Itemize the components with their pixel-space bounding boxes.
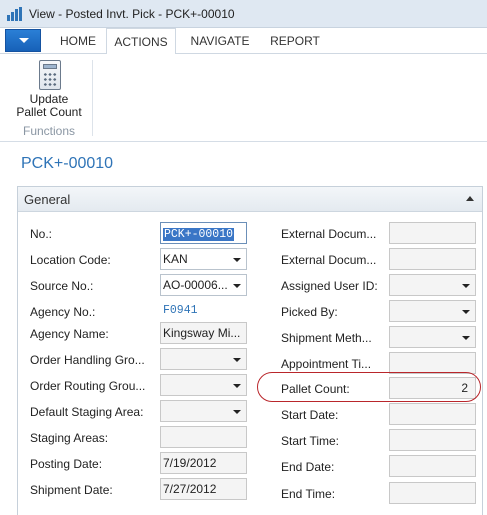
staging-areas-label: Staging Areas: — [30, 431, 109, 445]
shipment-method-field[interactable] — [389, 326, 476, 348]
start-time-field — [389, 429, 476, 451]
tab-actions[interactable]: ACTIONS — [106, 28, 176, 55]
no-label: No.: — [30, 227, 53, 241]
no-field[interactable]: PCK+-00010 — [160, 222, 247, 244]
agency-name-field: Kingsway Mi... — [160, 322, 247, 344]
dropdown-arrow-icon[interactable] — [233, 410, 241, 414]
assigned-user-id-label: Assigned User ID: — [281, 279, 378, 293]
source-no-field[interactable]: AO-00006... — [160, 274, 247, 296]
no-value: PCK+-00010 — [163, 228, 235, 241]
picked-by-label: Picked By: — [281, 305, 338, 319]
order-routing-group-field[interactable] — [160, 374, 247, 396]
dropdown-arrow-icon[interactable] — [233, 284, 241, 288]
location-code-field[interactable]: KAN — [160, 248, 247, 270]
tab-navigate[interactable]: NAVIGATE — [178, 28, 262, 54]
start-time-label: Start Time: — [281, 434, 340, 448]
assigned-user-id-field[interactable] — [389, 274, 476, 296]
update-pallet-count-label: Update Pallet Count — [14, 93, 84, 119]
external-document-1-field — [389, 222, 476, 244]
location-code-label: Location Code: — [30, 253, 111, 267]
ribbon: Update Pallet Count Functions — [0, 54, 487, 142]
external-document-1-label: External Docum... — [281, 227, 377, 241]
shipment-date-label: Shipment Date: — [30, 483, 113, 497]
title-bar: View - Posted Invt. Pick - PCK+-00010 — [0, 0, 487, 28]
end-time-label: End Time: — [281, 487, 336, 501]
appointment-time-field — [389, 352, 476, 374]
default-staging-area-label: Default Staging Area: — [30, 405, 144, 419]
agency-name-value: Kingsway Mi... — [163, 326, 241, 340]
shipment-date-value: 7/27/2012 — [163, 482, 217, 496]
app-icon — [7, 7, 22, 21]
shipment-date-field: 7/27/2012 — [160, 478, 247, 500]
general-fasttab-header[interactable]: General — [18, 187, 482, 212]
collapse-icon[interactable] — [466, 196, 474, 201]
posting-date-value: 7/19/2012 — [163, 456, 217, 470]
tab-home[interactable]: HOME — [44, 28, 112, 54]
update-pallet-count-button[interactable]: Update Pallet Count — [14, 60, 84, 122]
ribbon-group-functions: Functions — [22, 124, 76, 138]
location-code-value: KAN — [163, 252, 188, 266]
start-date-label: Start Date: — [281, 408, 339, 422]
source-no-value: AO-00006... — [163, 278, 228, 292]
window-title: View - Posted Invt. Pick - PCK+-00010 — [29, 7, 235, 21]
end-date-field — [389, 455, 476, 477]
page-title: PCK+-00010 — [21, 155, 114, 172]
fasttab-title: General — [24, 192, 71, 207]
dropdown-arrow-icon[interactable] — [462, 284, 470, 288]
start-date-field — [389, 403, 476, 425]
ribbon-tabs: HOME ACTIONS NAVIGATE REPORT — [0, 28, 487, 55]
pallet-count-highlight-annotation — [257, 372, 481, 402]
dropdown-arrow-icon[interactable] — [462, 336, 470, 340]
tab-report[interactable]: REPORT — [262, 28, 328, 54]
dropdown-arrow-icon[interactable] — [462, 310, 470, 314]
button-label-line-2: Pallet Count — [16, 105, 82, 119]
dropdown-arrow-icon — [19, 38, 29, 43]
dropdown-arrow-icon[interactable] — [233, 358, 241, 362]
external-document-2-field — [389, 248, 476, 270]
source-no-label: Source No.: — [30, 279, 94, 293]
agency-no-field[interactable]: F0941 — [160, 300, 247, 322]
order-routing-group-label: Order Routing Grou... — [30, 379, 146, 393]
picked-by-field[interactable] — [389, 300, 476, 322]
external-document-2-label: External Docum... — [281, 253, 377, 267]
dropdown-arrow-icon[interactable] — [233, 384, 241, 388]
order-handling-group-field[interactable] — [160, 348, 247, 370]
posting-date-field: 7/19/2012 — [160, 452, 247, 474]
order-handling-group-label: Order Handling Gro... — [30, 353, 145, 367]
appointment-time-label: Appointment Ti... — [281, 357, 372, 371]
end-time-field — [389, 482, 476, 504]
button-label-line-1: Update — [29, 92, 69, 106]
agency-no-label: Agency No.: — [30, 305, 96, 319]
app-menu-button[interactable] — [5, 29, 41, 52]
dropdown-arrow-icon[interactable] — [233, 258, 241, 262]
calculator-icon — [39, 60, 61, 90]
agency-no-value[interactable]: F0941 — [163, 304, 198, 317]
ribbon-separator — [92, 60, 93, 136]
default-staging-area-field[interactable] — [160, 400, 247, 422]
posting-date-label: Posting Date: — [30, 457, 103, 471]
agency-name-label: Agency Name: — [30, 327, 109, 341]
shipment-method-label: Shipment Meth... — [281, 331, 372, 345]
staging-areas-field — [160, 426, 247, 448]
end-date-label: End Date: — [281, 460, 335, 474]
